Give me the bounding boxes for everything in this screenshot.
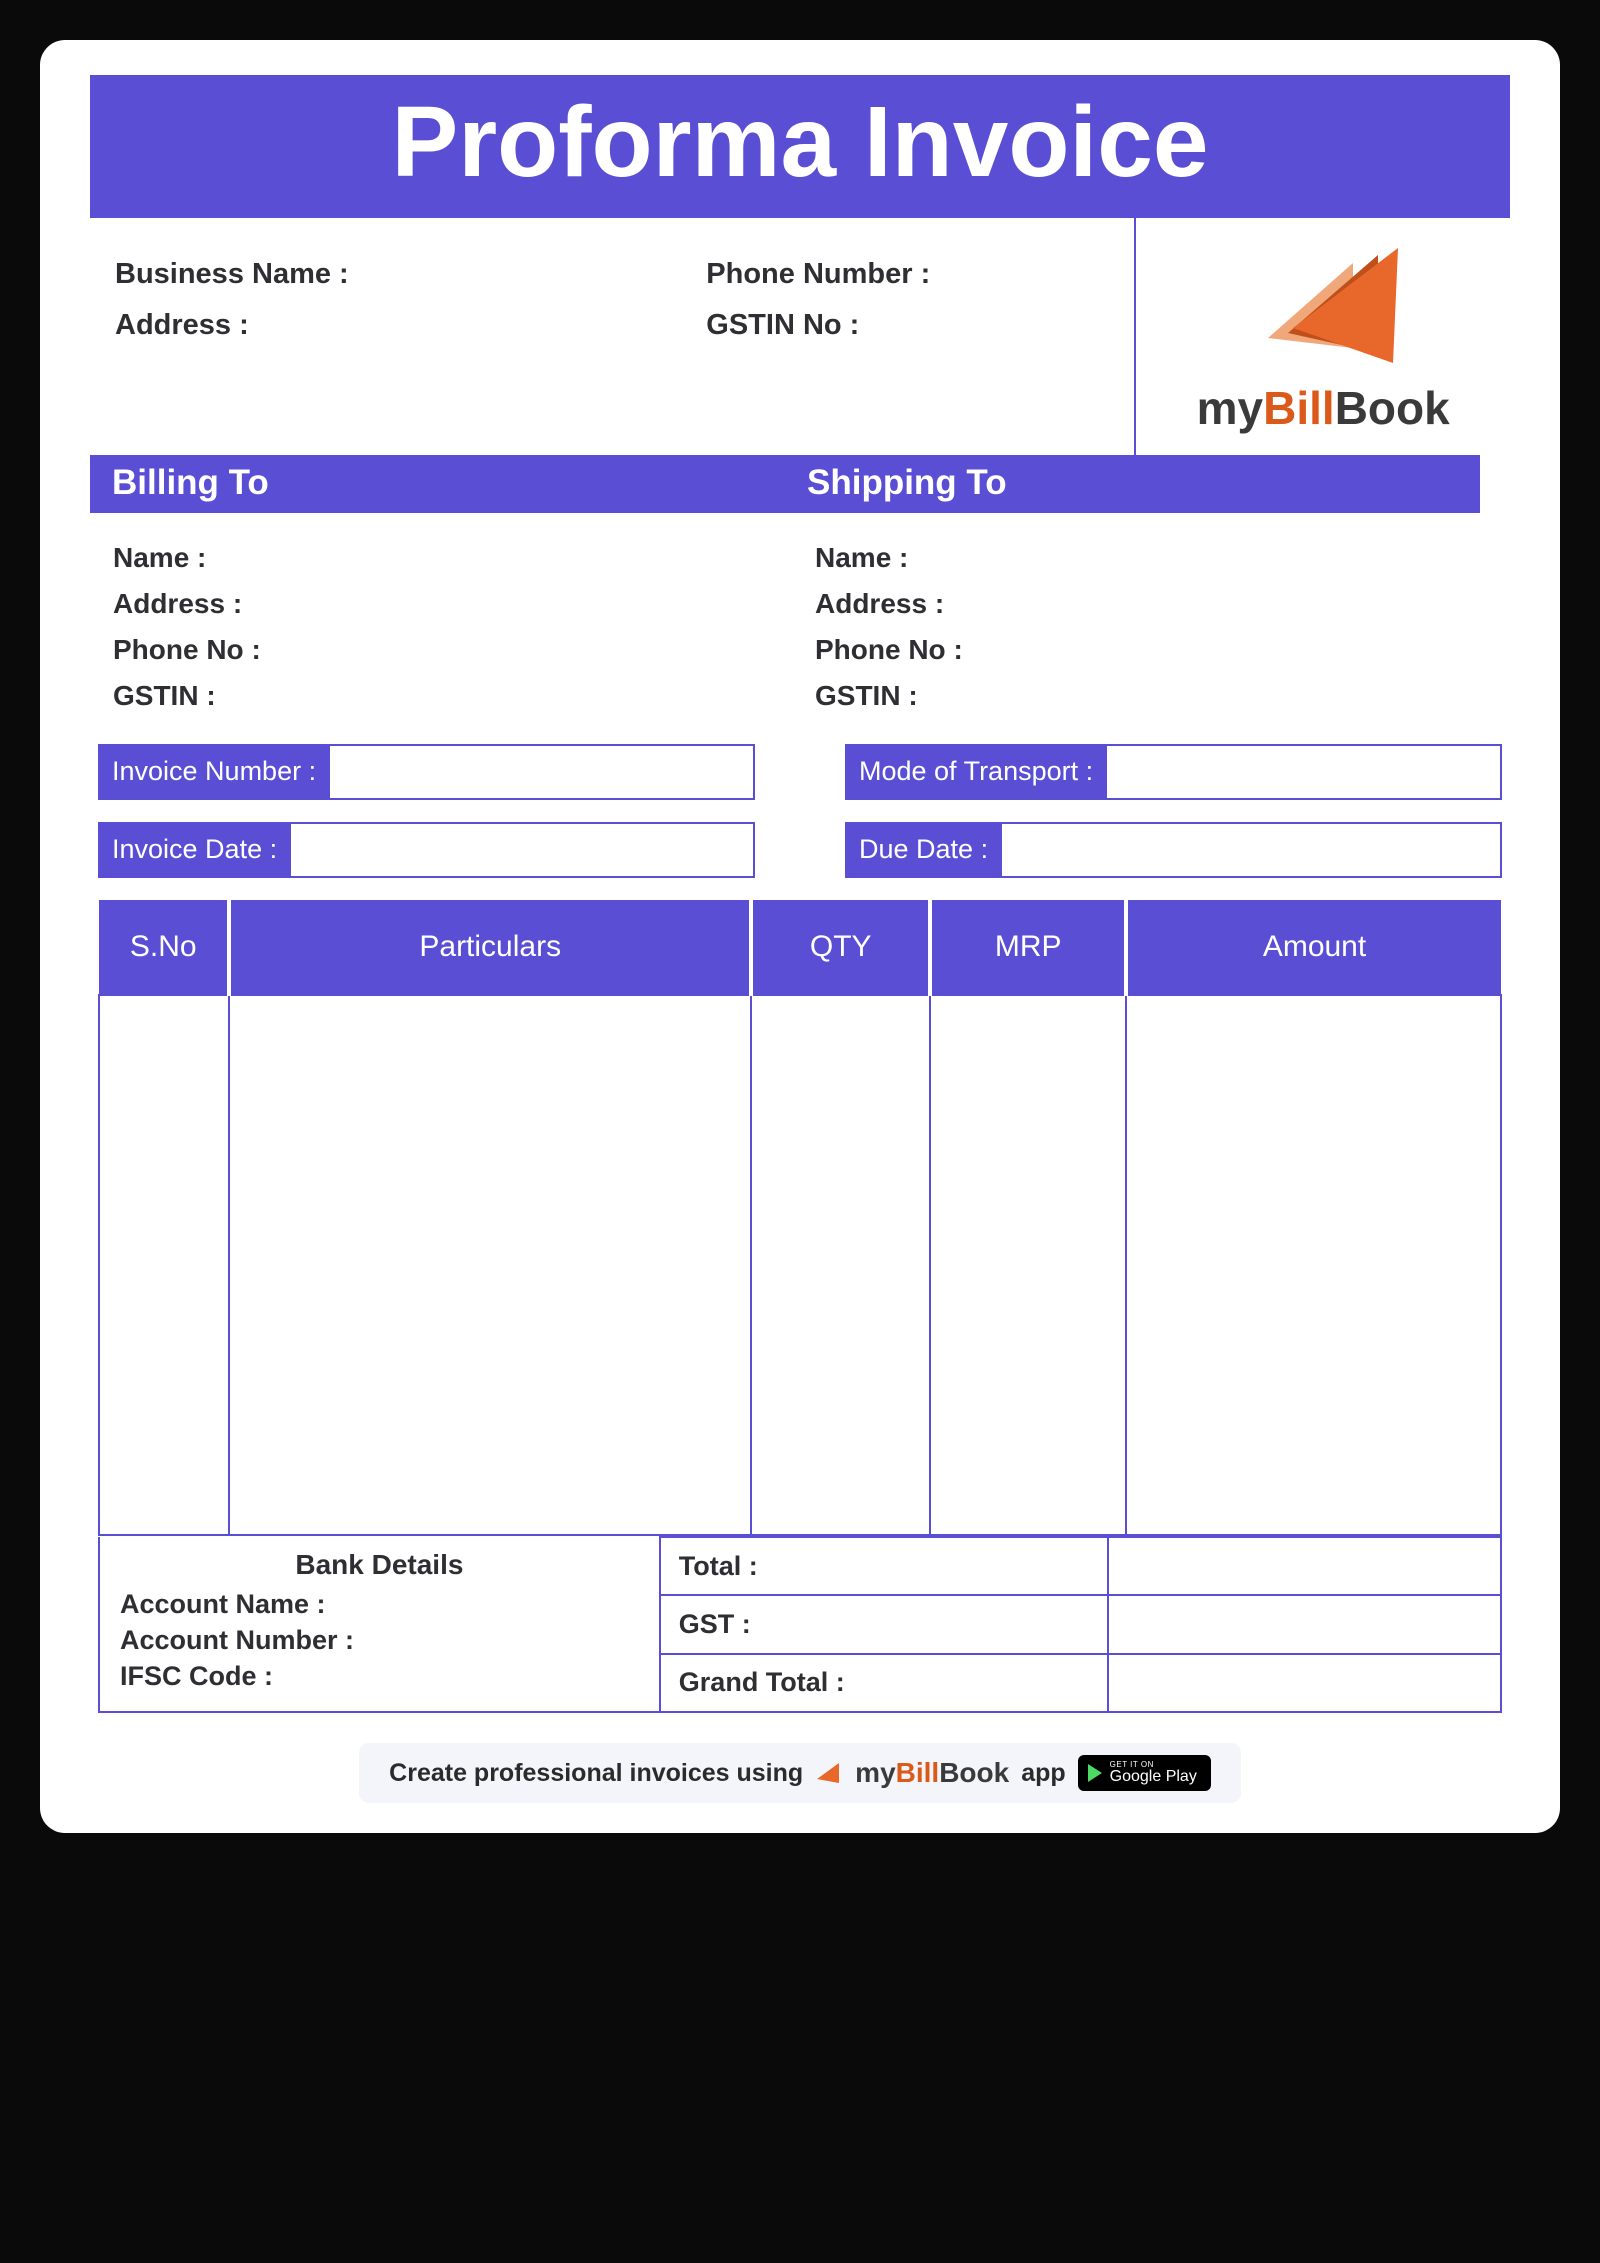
footer-promo: Create professional invoices using myBil… (359, 1743, 1241, 1803)
arrow-icon (1238, 243, 1408, 373)
grand-total-label: Grand Total : (660, 1654, 1109, 1712)
meta-row-1: Invoice Number : Mode of Transport : (90, 744, 1510, 800)
items-header-row: S.No Particulars QTY MRP Amount (99, 900, 1501, 995)
shipping-gstin-label: GSTIN : (815, 680, 1487, 712)
shipping-column: Name : Address : Phone No : GSTIN : (800, 528, 1502, 726)
brand-logo: myBillBook (1197, 243, 1450, 435)
gst-value[interactable] (1108, 1595, 1501, 1653)
total-value[interactable] (1108, 1537, 1501, 1595)
play-icon (1088, 1764, 1102, 1782)
footer-logo: myBillBook (855, 1757, 1009, 1789)
invoice-date-label: Invoice Date : (100, 824, 291, 876)
billing-shipping-header: Billing To Shipping To (90, 455, 1480, 513)
shipping-phone-label: Phone No : (815, 634, 1487, 666)
shipping-address-label: Address : (815, 588, 1487, 620)
qty-cell[interactable] (751, 995, 930, 1535)
billing-address-label: Address : (113, 588, 785, 620)
invoice-number-box: Invoice Number : (98, 744, 755, 800)
footer-logo-book: Book (939, 1757, 1009, 1788)
business-left-col: Business Name : Address : (90, 218, 706, 455)
business-phone-label: Phone Number : (706, 258, 1114, 291)
gplay-bottom: Google Play (1110, 1769, 1197, 1785)
billing-shipping-details: Name : Address : Phone No : GSTIN : Name… (90, 528, 1510, 726)
footer-logo-my: my (855, 1757, 895, 1788)
invoice-date-box: Invoice Date : (98, 822, 755, 878)
items-body-row (99, 995, 1501, 1535)
logo-bill: Bill (1263, 382, 1335, 434)
col-qty-header: QTY (751, 900, 930, 995)
google-play-badge[interactable]: GET IT ON Google Play (1078, 1755, 1211, 1791)
ifsc-code-label: IFSC Code : (120, 1661, 639, 1692)
summary-table: Bank Details Account Name : Account Numb… (98, 1536, 1502, 1713)
account-number-label: Account Number : (120, 1625, 639, 1656)
business-info-row: Business Name : Address : Phone Number :… (90, 218, 1510, 455)
due-date-box: Due Date : (845, 822, 1502, 878)
shipping-name-label: Name : (815, 542, 1487, 574)
mrp-cell[interactable] (930, 995, 1126, 1535)
business-mid-col: Phone Number : GSTIN No : (706, 218, 1136, 455)
gplay-text: GET IT ON Google Play (1110, 1761, 1197, 1785)
col-mrp-header: MRP (930, 900, 1126, 995)
due-date-value[interactable] (1002, 824, 1500, 876)
bank-details-cell: Bank Details Account Name : Account Numb… (99, 1537, 660, 1712)
col-particulars-header: Particulars (229, 900, 751, 995)
invoice-number-label: Invoice Number : (100, 746, 330, 798)
billing-phone-label: Phone No : (113, 634, 785, 666)
invoice-date-value[interactable] (291, 824, 753, 876)
transport-mode-value[interactable] (1107, 746, 1500, 798)
footer-text-2: app (1021, 1759, 1065, 1788)
business-gstin-label: GSTIN No : (706, 309, 1114, 342)
billing-to-header: Billing To (90, 455, 785, 513)
logo-book: Book (1335, 382, 1450, 434)
transport-mode-label: Mode of Transport : (847, 746, 1107, 798)
billing-gstin-label: GSTIN : (113, 680, 785, 712)
bank-details-title: Bank Details (120, 1549, 639, 1581)
shipping-to-header: Shipping To (785, 455, 1480, 513)
meta-row-2: Invoice Date : Due Date : (90, 822, 1510, 878)
footer-text-1: Create professional invoices using (389, 1759, 803, 1788)
logo-my: my (1197, 382, 1263, 434)
particulars-cell[interactable] (229, 995, 751, 1535)
business-name-label: Business Name : (115, 258, 686, 291)
page-title: Proforma Invoice (90, 75, 1510, 218)
amount-cell[interactable] (1126, 995, 1501, 1535)
total-label: Total : (660, 1537, 1109, 1595)
col-sno-header: S.No (99, 900, 229, 995)
due-date-label: Due Date : (847, 824, 1002, 876)
footer-arrow-icon (815, 1761, 843, 1785)
logo-area: myBillBook (1136, 218, 1510, 455)
billing-column: Name : Address : Phone No : GSTIN : (98, 528, 800, 726)
grand-total-value[interactable] (1108, 1654, 1501, 1712)
footer-logo-bill: Bill (896, 1757, 940, 1788)
items-table: S.No Particulars QTY MRP Amount (98, 900, 1502, 1536)
business-address-label: Address : (115, 309, 686, 342)
invoice-page: Proforma Invoice Business Name : Address… (40, 40, 1560, 1833)
gst-label: GST : (660, 1595, 1109, 1653)
billing-name-label: Name : (113, 542, 785, 574)
logo-text: myBillBook (1197, 381, 1450, 435)
summary-row-total: Bank Details Account Name : Account Numb… (99, 1537, 1501, 1595)
invoice-number-value[interactable] (330, 746, 753, 798)
account-name-label: Account Name : (120, 1589, 639, 1620)
sno-cell[interactable] (99, 995, 229, 1535)
col-amount-header: Amount (1126, 900, 1501, 995)
transport-mode-box: Mode of Transport : (845, 744, 1502, 800)
